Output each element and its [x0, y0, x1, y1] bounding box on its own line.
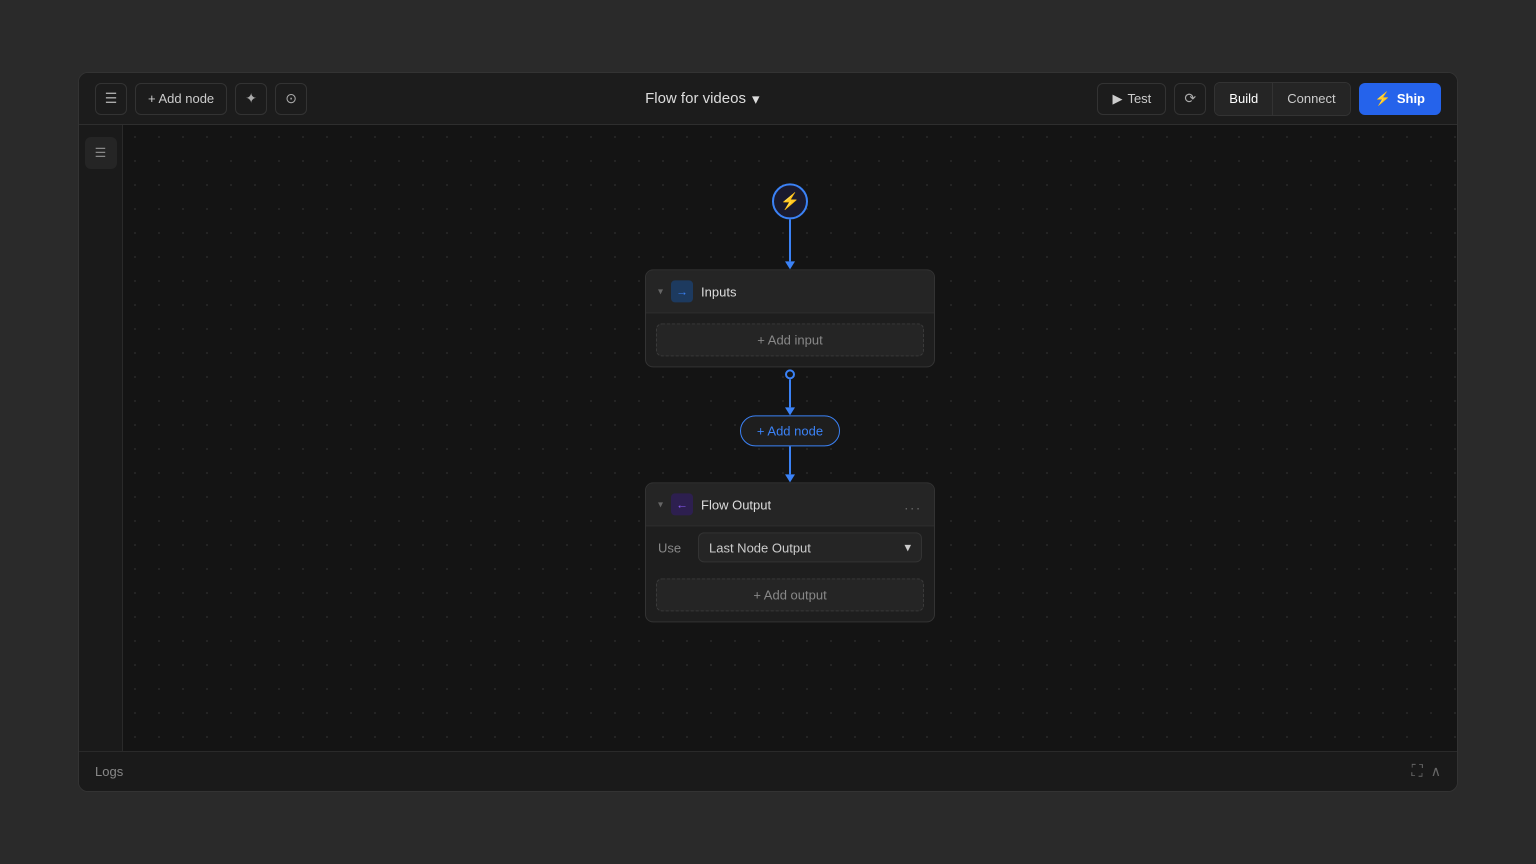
trigger-icon-symbol: ⚡: [780, 191, 800, 211]
output-more-icon: ...: [904, 496, 922, 512]
output-icon-symbol: ←: [676, 497, 688, 511]
output-node-body: + Add output: [646, 568, 934, 621]
add-output-button[interactable]: + Add output: [656, 578, 924, 611]
flow-title-container[interactable]: Flow for videos ▾: [645, 90, 759, 108]
output-node-title: Flow Output: [701, 497, 896, 512]
connector-line-1: [789, 219, 791, 261]
output-more-button[interactable]: ...: [904, 496, 922, 512]
test-label: Test: [1127, 91, 1151, 106]
inputs-node-body: + Add input: [646, 313, 934, 366]
wand-button[interactable]: ✦: [235, 83, 267, 115]
build-button[interactable]: Build: [1215, 83, 1273, 115]
inputs-node: ▾ → Inputs + Add input: [645, 269, 935, 367]
connector-trigger-to-inputs: [785, 219, 795, 269]
connector-line-2a: [789, 379, 791, 407]
header: ☰ + Add node ✦ ⊙ Flow for videos ▾: [79, 73, 1457, 125]
ship-button[interactable]: ⚡ Ship: [1359, 83, 1441, 115]
search-button[interactable]: ⊙: [275, 83, 307, 115]
sidebar-mini: ☰: [79, 125, 123, 751]
play-icon: ▶: [1112, 91, 1122, 107]
add-node-header-label: + Add node: [148, 91, 214, 106]
main-area: ☰ ⚡: [79, 125, 1457, 751]
output-use-row: Use Last Node Output ▾: [646, 526, 934, 568]
logs-right: ⛶ ∧: [1412, 763, 1441, 781]
ship-label: Ship: [1397, 91, 1425, 106]
search-icon: ⊙: [285, 90, 297, 107]
output-node-header: ▾ ← Flow Output ...: [646, 483, 934, 526]
header-center: Flow for videos ▾: [315, 90, 1089, 108]
inputs-node-icon: →: [671, 280, 693, 302]
logs-label: Logs: [95, 764, 123, 779]
output-collapse-icon: ▾: [658, 499, 663, 510]
add-input-label: + Add input: [757, 332, 822, 347]
add-node-flow-button[interactable]: + Add node: [740, 415, 840, 446]
add-node-header-button[interactable]: + Add node: [135, 83, 227, 115]
arrow-head-3: [785, 474, 795, 482]
app-window: ☰ + Add node ✦ ⊙ Flow for videos ▾: [78, 72, 1458, 792]
connect-label: Connect: [1287, 91, 1335, 106]
menu-icon: ☰: [105, 90, 118, 107]
build-connect-group: Build Connect: [1214, 82, 1350, 116]
connector-inputs-to-addnode: [785, 367, 795, 415]
arrow-head-1: [785, 261, 795, 269]
history-icon: ⟳: [1184, 90, 1196, 107]
canvas[interactable]: ⚡ ▾ →: [123, 125, 1457, 751]
add-node-flow-label: + Add node: [757, 423, 823, 438]
build-label: Build: [1229, 91, 1258, 106]
use-label: Use: [658, 540, 688, 555]
collapse-logs-button[interactable]: ∧: [1431, 763, 1441, 780]
flow-title-text: Flow for videos: [645, 90, 746, 107]
header-left: ☰ + Add node ✦ ⊙: [95, 83, 307, 115]
inputs-node-title: Inputs: [701, 284, 922, 299]
test-button[interactable]: ▶ Test: [1097, 83, 1166, 115]
add-input-button[interactable]: + Add input: [656, 323, 924, 356]
connector-dot: [785, 369, 795, 379]
expand-button[interactable]: ⛶: [1412, 763, 1423, 781]
use-select-value: Last Node Output: [709, 540, 811, 555]
wand-icon: ✦: [245, 90, 257, 107]
output-node-icon: ←: [671, 493, 693, 515]
output-collapse-button[interactable]: ▾: [658, 499, 663, 510]
connect-button[interactable]: Connect: [1273, 83, 1349, 115]
outer-background: ☰ + Add node ✦ ⊙ Flow for videos ▾: [0, 0, 1536, 864]
output-node: ▾ ← Flow Output ... Use: [645, 482, 935, 622]
use-select-chevron: ▾: [904, 539, 911, 555]
trigger-icon[interactable]: ⚡: [772, 183, 808, 219]
use-select[interactable]: Last Node Output ▾: [698, 532, 922, 562]
inputs-collapse-button[interactable]: ▾: [658, 286, 663, 297]
header-right: ▶ Test ⟳ Build Connect ⚡ Ship: [1097, 82, 1441, 116]
connector-line-3a: [789, 446, 791, 474]
flow-container: ⚡ ▾ →: [645, 183, 935, 622]
history-button[interactable]: ⟳: [1174, 83, 1206, 115]
connector-addnode-to-output: [785, 446, 795, 482]
expand-icon: ⛶: [1412, 763, 1423, 780]
menu-button[interactable]: ☰: [95, 83, 127, 115]
flow-title-chevron: ▾: [752, 90, 760, 108]
inputs-node-header: ▾ → Inputs: [646, 270, 934, 313]
add-output-label: + Add output: [753, 587, 826, 602]
inputs-icon-symbol: →: [676, 284, 688, 298]
inputs-collapse-icon: ▾: [658, 286, 663, 297]
arrow-head-2: [785, 407, 795, 415]
sidebar-mini-menu-button[interactable]: ☰: [85, 137, 117, 169]
logs-bar: Logs ⛶ ∧: [79, 751, 1457, 791]
collapse-logs-icon: ∧: [1431, 763, 1441, 779]
sidebar-mini-menu-icon: ☰: [95, 145, 107, 161]
ship-icon: ⚡: [1375, 91, 1391, 107]
